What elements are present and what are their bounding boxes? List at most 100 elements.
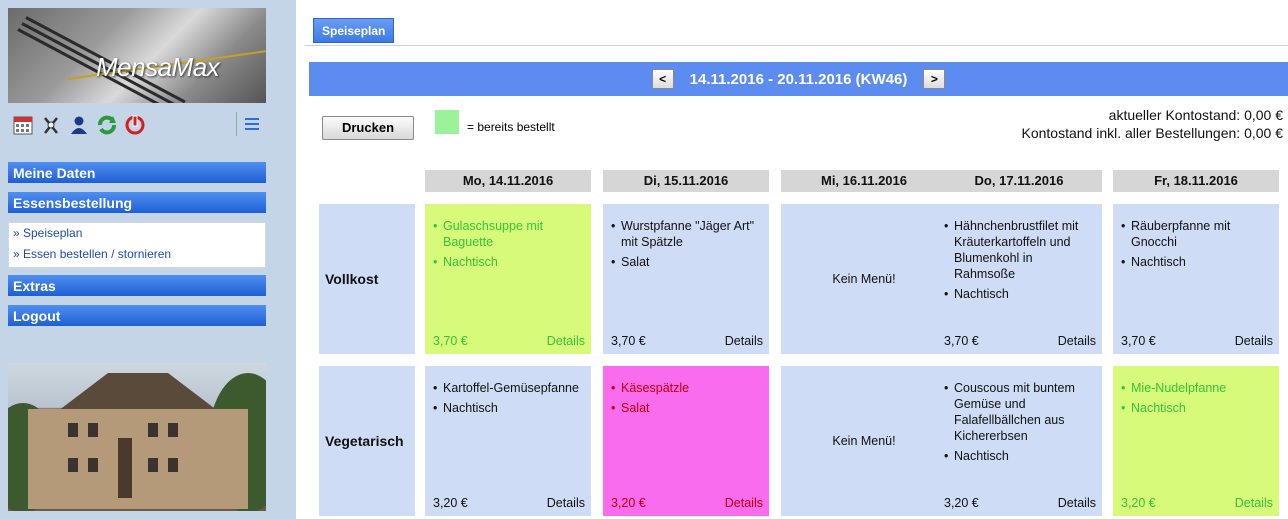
bullet: • [611,401,616,415]
meal-cell[interactable]: • Hähnchenbrustfilet mit Kräuterkartoffel… [936,204,1102,354]
bullet: • [1121,255,1126,269]
day-header: Do, 17.11.2016 [936,170,1102,192]
meal-price: 3,70 € [1121,334,1156,348]
meal-item-text: Salat [621,401,650,415]
day-header: Mo, 14.11.2016 [425,170,591,192]
nav-meine-daten[interactable]: Meine Daten [8,162,266,184]
meal-item: • Mie-Nudelpfanne [1121,380,1271,396]
meal-item-text: Wurstpfanne "Jäger Art" mit Spätzle [621,219,755,249]
meal-item: • Nachtisch [1121,400,1271,416]
refresh-icon[interactable] [96,114,118,136]
meal-item: • Salat [611,254,761,270]
main-content: Speiseplan < 14.11.2016 - 20.11.2016 (KW… [305,0,1288,519]
nav-speiseplan[interactable]: » Speiseplan [9,223,265,244]
meal-price: 3,70 € [944,334,979,348]
meal-item-text: Gulaschsuppe mit Baguette [443,219,544,249]
meal-price: 3,20 € [944,496,979,510]
user-icon[interactable] [68,114,90,136]
meal-item-text: Räuberpfanne mit Gnocchi [1131,219,1231,249]
meal-item-text: Couscous mit buntem Gemüse und Falafellb… [954,381,1075,443]
nav-logout[interactable]: Logout [8,305,266,327]
meal-items: • Wurstpfanne "Jäger Art" mit Spätzle • Sal… [611,218,761,274]
meal-item: • Nachtisch [433,400,583,416]
bullet: • [1121,401,1126,415]
details-link[interactable]: Details [1235,496,1273,510]
meal-item: • Kartoffel-Gemüsepfanne [433,380,583,396]
meal-price: 3,70 € [433,334,468,348]
bullet: • [944,449,949,463]
tab-speiseplan[interactable]: Speiseplan [313,18,395,43]
bullet: • [433,401,438,415]
school-building-photo [8,363,266,511]
tab-bar: Speiseplan [305,8,1288,46]
meal-cell[interactable]: • Couscous mit buntem Gemüse und Falafell… [936,366,1102,516]
row-label-vollkost: Vollkost [319,204,415,354]
meal-item-text: Mie-Nudelpfanne [1131,381,1227,395]
legend-ordered-swatch [435,110,459,134]
sidebar: MensaMax Meine Daten Essensbestellung » … [0,0,296,519]
bullet: • [944,287,949,301]
calendar-icon[interactable] [12,114,34,136]
meal-items: • Hähnchenbrustfilet mit Kräuterkartoffel… [944,218,1094,306]
bullet: • [944,219,949,233]
no-menu-label: Kein Menü! [832,272,896,286]
meal-item-text: Käsespätzle [621,381,690,395]
print-button[interactable]: Drucken [322,116,414,140]
meal-price: 3,70 € [611,334,646,348]
meal-item: • Gulaschsuppe mit Baguette [433,218,583,250]
week-label: 14.11.2016 - 20.11.2016 (KW46) [689,70,908,88]
meal-item-text: Nachtisch [954,287,1009,301]
meal-items: • Kartoffel-Gemüsepfanne • Nachtisch [433,380,583,420]
meal-item: • Nachtisch [944,448,1094,464]
bullet: • [433,255,438,269]
details-link[interactable]: Details [1058,334,1096,348]
next-week-button[interactable]: > [923,69,946,89]
details-link[interactable]: Details [725,334,763,348]
power-icon[interactable] [124,114,146,136]
details-link[interactable]: Details [1235,334,1273,348]
legend-ordered-label: = bereits bestellt [467,120,555,134]
nav-essen-bestellen[interactable]: » Essen bestellen / stornieren [9,244,265,265]
bullet: • [611,255,616,269]
meal-price: 3,20 € [433,496,468,510]
meal-item-text: Salat [621,255,650,269]
nav-extras[interactable]: Extras [8,275,266,297]
menu-toggle-icon[interactable] [236,112,260,136]
meal-items: • Couscous mit buntem Gemüse und Falafell… [944,380,1094,468]
meal-item: • Nachtisch [1121,254,1271,270]
day-header: Fr, 18.11.2016 [1113,170,1279,192]
meal-cell[interactable]: • Käsespätzle • Salat 3,20 € Details [603,366,769,516]
meal-item: • Couscous mit buntem Gemüse und Falafell… [944,380,1094,444]
bullet: • [433,381,438,395]
bullet: • [611,219,616,233]
day-header: Di, 15.11.2016 [603,170,769,192]
meal-item: • Hähnchenbrustfilet mit Kräuterkartoffel… [944,218,1094,282]
sidebar-toolbar [12,112,146,138]
meal-cell[interactable]: • Räuberpfanne mit Gnocchi • Nachtisch 3,70 … [1113,204,1279,354]
meal-item-text: Nachtisch [443,255,498,269]
details-link[interactable]: Details [547,334,585,348]
details-link[interactable]: Details [547,496,585,510]
meal-item: • Salat [611,400,761,416]
cutlery-icon[interactable] [40,114,62,136]
meal-item-text: Nachtisch [954,449,1009,463]
details-link[interactable]: Details [1058,496,1096,510]
meal-items: • Gulaschsuppe mit Baguette • Nachtisch [433,218,583,274]
meal-cell[interactable]: • Mie-Nudelpfanne • Nachtisch 3,20 € Details [1113,366,1279,516]
current-balance: aktueller Kontostand: 0,00 € [1108,107,1283,123]
meal-cell[interactable]: • Wurstpfanne "Jäger Art" mit Spätzle • Sal… [603,204,769,354]
app-window: MensaMax Meine Daten Essensbestellung » … [0,0,1288,519]
details-link[interactable]: Details [725,496,763,510]
total-balance: Kontostand inkl. aller Bestellungen: 0,0… [1021,125,1283,141]
meal-cell[interactable]: • Gulaschsuppe mit Baguette • Nachtisch 3,70… [425,204,591,354]
account-balance: aktueller Kontostand: 0,00 € Kontostand … [1021,106,1283,142]
meal-item: • Nachtisch [944,286,1094,302]
meal-item: • Käsespätzle [611,380,761,396]
meal-item: • Nachtisch [433,254,583,270]
meal-items: • Räuberpfanne mit Gnocchi • Nachtisch [1121,218,1271,274]
prev-week-button[interactable]: < [651,69,674,89]
meal-cell[interactable]: • Kartoffel-Gemüsepfanne • Nachtisch 3,20 € D… [425,366,591,516]
nav-essensbestellung[interactable]: Essensbestellung [8,192,266,214]
nav-submenu: » Speiseplan » Essen bestellen / stornie… [8,222,266,268]
row-label-vegetarisch: Vegetarisch [319,366,415,516]
